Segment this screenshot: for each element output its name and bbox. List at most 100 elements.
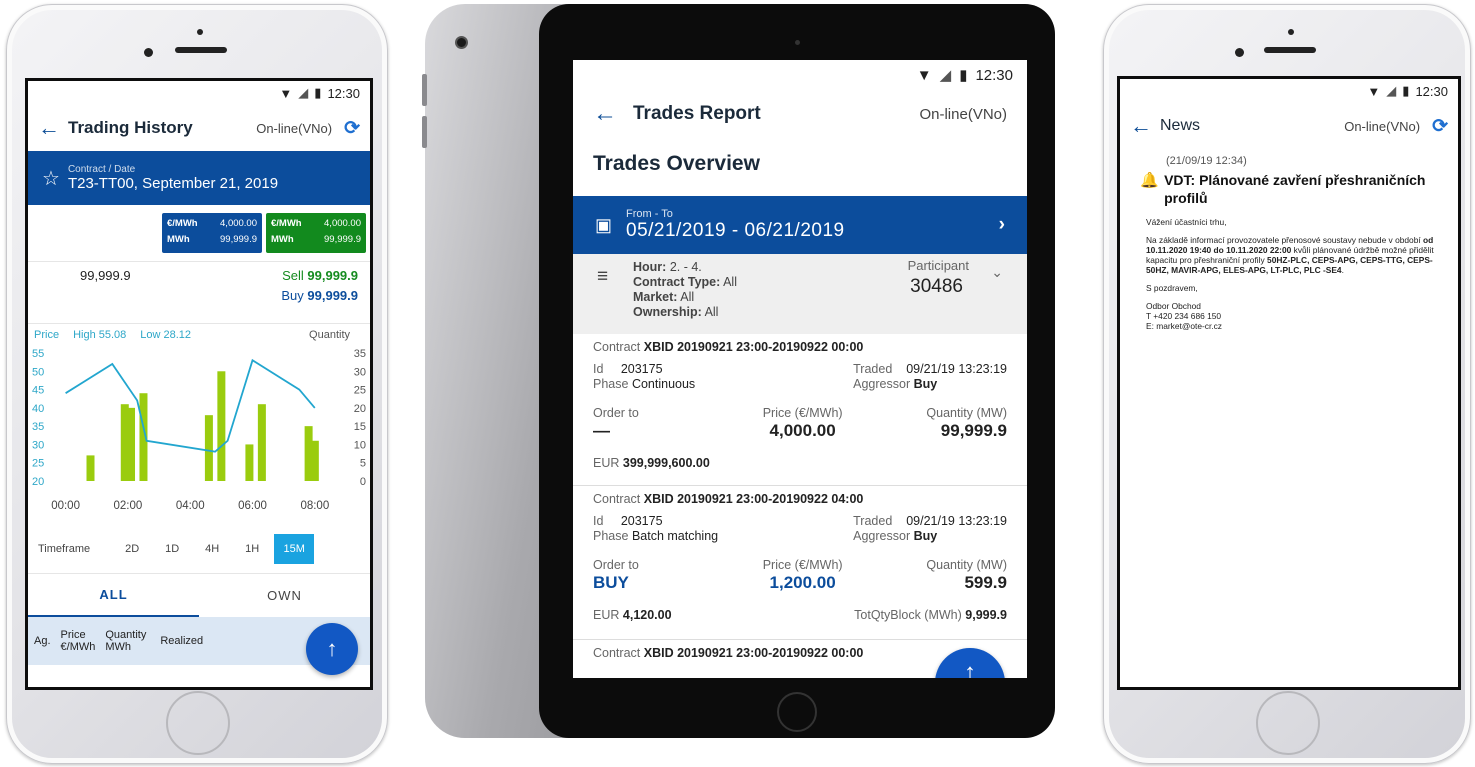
y-right-tick-label: 20 — [354, 403, 366, 415]
page-title: Trading History — [68, 118, 193, 137]
connection-status: On-line(VNo) — [919, 105, 1007, 123]
buy-summary: Buy 99,999.9 — [281, 288, 358, 303]
sig-phone: T +420 234 686 150 — [1146, 311, 1222, 321]
timeframe-1h[interactable]: 1H — [232, 543, 272, 555]
sell-price-tile[interactable]: €/MWh 4,000.00 MWh 99,999.9 — [266, 213, 366, 253]
status-time: 12:30 — [327, 85, 360, 101]
trade-phase: Batch matching — [631, 529, 719, 543]
timeframe-4h[interactable]: 4H — [192, 543, 232, 555]
tab-all[interactable]: ALL — [28, 574, 199, 617]
sig-email[interactable]: E: market@ote-cr.cz — [1146, 321, 1222, 331]
tablet-home-button[interactable] — [777, 692, 817, 732]
x-tick-label: 02:00 — [114, 500, 143, 512]
front-camera — [1235, 48, 1244, 57]
battery-icon: ▮ — [959, 67, 968, 84]
volume-button — [422, 116, 427, 148]
contract-label: Contract / Date — [67, 164, 136, 175]
trade-phase: Continuous — [631, 377, 696, 391]
price-tiles: €/MWh 4,000.00 MWh 99,999.9 €/MWh 4,000.00 … — [28, 205, 370, 261]
summary-left-value: 99,999.9 — [80, 268, 131, 283]
signal-icon: ◢ — [939, 67, 952, 84]
filter-label: Contract Type: — [633, 275, 721, 289]
label: Quantity (MW) — [926, 558, 1007, 572]
y-right-tick-label: 5 — [360, 458, 366, 470]
sell-value: 99,999.9 — [307, 268, 358, 283]
label: Phase — [593, 377, 629, 391]
home-button[interactable] — [166, 691, 230, 755]
star-icon[interactable]: ☆ — [42, 166, 60, 191]
chevron-down-icon[interactable]: ⌄ — [991, 264, 1003, 281]
chevron-right-icon[interactable]: › — [999, 214, 1005, 236]
x-tick-label: 06:00 — [238, 500, 267, 512]
date-range-selector[interactable]: ▣ From - To 05/21/2019 - 06/21/2019 › — [573, 196, 1027, 254]
price-quantity-chart[interactable]: 55504540353025203530252015105000:00 02:00… — [28, 345, 370, 525]
timeframe-15m[interactable]: 15M — [274, 534, 315, 564]
body-text: . — [1341, 265, 1344, 275]
label: Phase — [593, 529, 629, 543]
section-title: Trades Overview — [593, 152, 760, 175]
tile-qty: 99,999.9 — [324, 234, 361, 245]
trade-id-phase: Id 203175 Phase Continuous — [593, 362, 695, 396]
tile-price: 4,000.00 — [324, 218, 361, 229]
eur-value: 4,120.00 — [622, 608, 672, 622]
buy-price-tile[interactable]: €/MWh 4,000.00 MWh 99,999.9 — [162, 213, 262, 253]
col-qty-unit: MWh — [105, 641, 132, 653]
contract-value: XBID 20190921 23:00-20190922 00:00 — [643, 340, 864, 354]
order-quantity: Quantity (MW) 599.9 — [926, 556, 1007, 602]
greeting: Vážení účastníci trhu, — [1146, 217, 1227, 227]
y-right-tick-label: 15 — [354, 421, 366, 433]
tab-own[interactable]: OWN — [199, 574, 370, 617]
wifi-icon: ▼ — [1367, 83, 1381, 99]
wifi-icon: ▼ — [916, 66, 932, 84]
order-value: BUY — [593, 573, 629, 592]
trade-id-phase: Id 203175 Phase Batch matching — [593, 514, 718, 548]
app-bar: ← Trading History On-line(VNo) ⟳ — [28, 105, 370, 151]
label: Price (€/MWh) — [762, 406, 843, 420]
eur-total: EUR 399,999,600.00 — [593, 456, 710, 470]
contract-selector[interactable]: ☆ Contract / Date T23-TT00, September 21… — [28, 151, 370, 205]
chart-price-label: Price — [34, 328, 60, 341]
tile-unit: €/MWh — [167, 218, 198, 229]
speaker-grille — [175, 47, 227, 53]
aggressor-value: Buy — [913, 377, 938, 391]
x-tick-label: 08:00 — [300, 500, 329, 512]
filter-icon: ≡ — [597, 266, 609, 287]
connection-status: On-line(VNo) — [1344, 118, 1421, 134]
filter-label: Hour: — [633, 260, 667, 274]
trade-traded-aggr: Traded 09/21/19 13:23:19 Aggressor Buy — [853, 514, 1007, 548]
back-arrow-icon[interactable]: ← — [593, 100, 633, 128]
filter-panel[interactable]: ≡ Hour: 2. - 4. Contract Type: All Marke… — [573, 254, 1027, 334]
trade-eur: EUR 4,120.00 TotQtyBlock (MWh) 9,999.9 — [593, 602, 1007, 628]
chart-high: High 55.08 — [73, 328, 127, 341]
chart-header: Price High 55.08 Low 28.12 Quantity — [28, 323, 370, 345]
tile-qty: 99,999.9 — [220, 234, 257, 245]
trade-card[interactable]: Contract XBID 20190921 23:00-20190922 04… — [573, 486, 1027, 640]
timeframe-1d[interactable]: 1D — [152, 543, 192, 555]
order-to: Order to — — [593, 404, 639, 450]
back-arrow-icon[interactable]: ← — [38, 115, 68, 141]
quantity-bar — [245, 444, 254, 481]
col-price-unit: €/MWh — [60, 641, 96, 653]
trade-order: Order to — Price (€/MWh) 4,000.00 Quantity… — [593, 404, 1007, 450]
sell-summary: Sell 99,999.9 — [282, 268, 358, 283]
quantity-bar — [86, 455, 95, 481]
home-button[interactable] — [1256, 691, 1320, 755]
y-left-tick-label: 45 — [32, 385, 44, 397]
tile-unit: MWh — [167, 234, 190, 245]
y-right-tick-label: 30 — [354, 366, 366, 378]
contract-value: XBID 20190921 23:00-20190922 04:00 — [643, 492, 864, 506]
price-value: 4,000.00 — [769, 421, 836, 440]
refresh-icon[interactable]: ⟳ — [344, 117, 360, 140]
col-price: Price €/MWh — [61, 629, 96, 653]
trade-card[interactable]: Contract XBID 20190921 23:00-20190922 00… — [573, 334, 1027, 486]
back-arrow-icon[interactable]: ← — [1130, 113, 1160, 139]
body-text: Na základě informací provozovatele přeno… — [1146, 235, 1421, 245]
summary-values: 99,999.9 Sell 99,999.9 Buy 99,999.9 — [28, 261, 370, 323]
refresh-icon[interactable]: ⟳ — [1432, 115, 1448, 138]
y-right-tick-label: 10 — [354, 439, 366, 451]
bell-icon: 🔔 — [1140, 172, 1159, 189]
timeframe-2d[interactable]: 2D — [112, 543, 152, 555]
proximity-sensor — [197, 29, 203, 35]
scroll-up-button[interactable]: ↑ — [306, 623, 358, 675]
news-body: Vážení účastníci trhu, Na základě inform… — [1120, 207, 1458, 331]
